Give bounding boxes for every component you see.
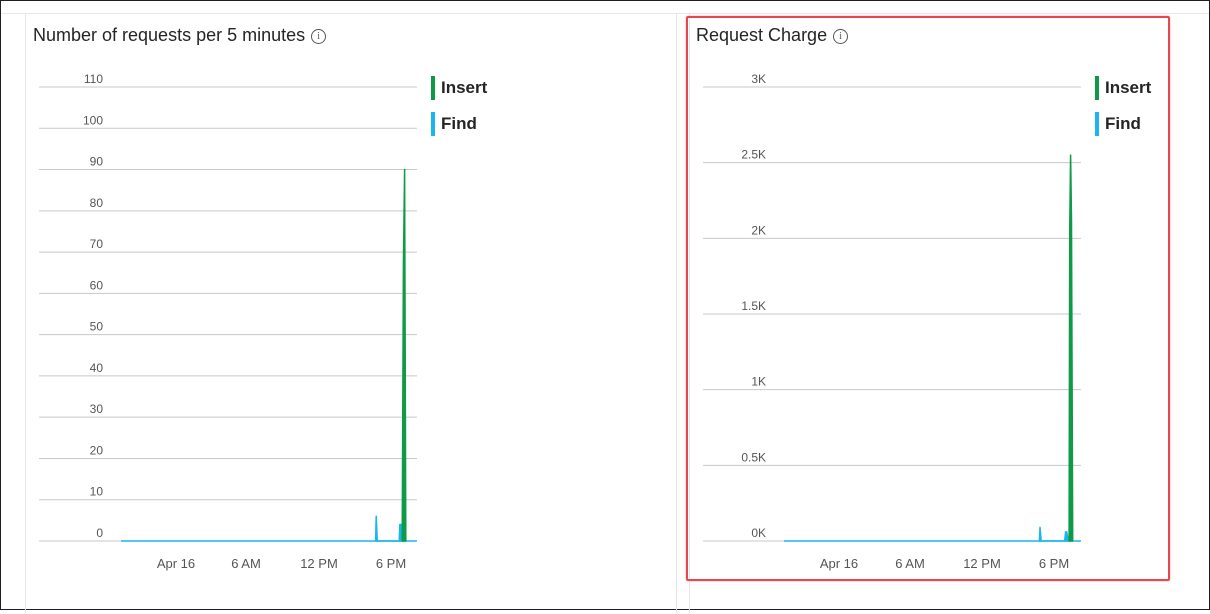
legend-label: Insert (441, 78, 488, 97)
legend-requests: Insert Find (431, 76, 487, 148)
dashboard-frame: Number of requests per 5 minutes i Reques… (0, 0, 1210, 614)
legend-swatch-find (431, 112, 435, 136)
legend-swatch-insert (431, 76, 435, 100)
legend-item-insert[interactable]: Insert (431, 76, 487, 100)
legend-label: Find (441, 114, 477, 133)
highlight-box (686, 16, 1170, 581)
legend-item-find[interactable]: Find (431, 112, 487, 136)
